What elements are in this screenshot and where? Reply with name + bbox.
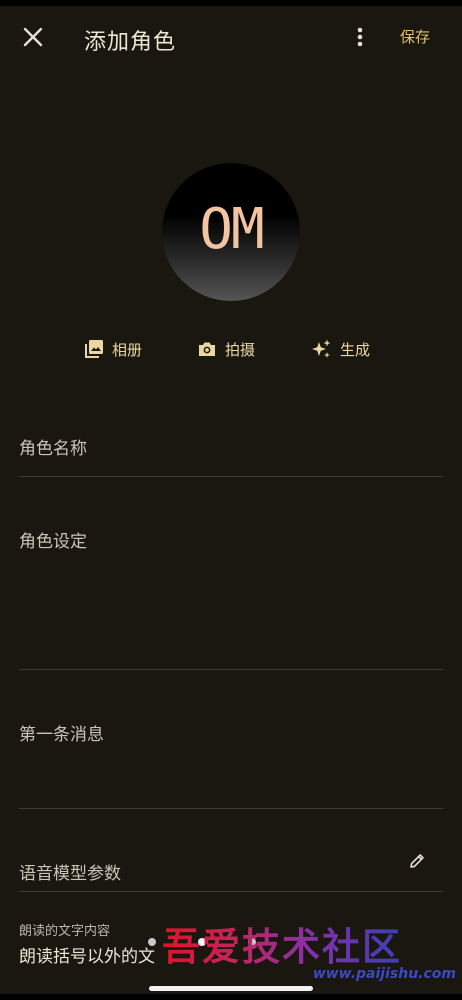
first-message-label: 第一条消息 [19,725,104,745]
role-setting-field[interactable]: 角色设定 [19,513,443,670]
pencil-icon [408,852,426,874]
voice-params-label: 语音模型参数 [19,864,121,884]
top-app-bar: 添加角色 保存 [0,6,462,72]
image-source-actions: 相册 拍摄 生成 [0,334,462,364]
close-icon [23,27,43,51]
watermark-url: www.paijishu.com [312,966,456,982]
camera-label: 拍摄 [225,340,256,359]
watermark-dot [148,938,156,946]
camera-button[interactable]: 拍摄 [197,334,255,364]
role-name-label: 角色名称 [19,439,87,459]
photo-library-icon [84,339,104,359]
save-button[interactable]: 保存 [400,26,430,47]
home-indicator[interactable] [149,986,313,991]
more-vert-icon [357,27,363,51]
camera-icon [197,339,217,359]
generate-button[interactable]: 生成 [310,334,370,364]
first-message-field[interactable]: 第一条消息 [19,706,443,809]
avatar[interactable]: OM [162,163,300,301]
close-button[interactable] [16,22,50,56]
edit-voice-params-button[interactable] [405,851,429,875]
role-name-field[interactable]: 角色名称 [19,420,443,477]
watermark: 吾爱技术社区 www.paijishu.com [160,916,460,988]
watermark-text: 吾爱技术社区 [162,916,402,971]
album-button[interactable]: 相册 [84,334,142,364]
navigation-bar [0,994,462,1000]
role-setting-label: 角色设定 [19,532,87,552]
page-title: 添加角色 [84,30,177,55]
voice-params-field[interactable]: 语音模型参数 [19,845,443,892]
more-options-button[interactable] [346,22,374,56]
avatar-initials: OM [199,197,264,262]
read-text-label: 朗读的文字内容 [19,924,111,939]
generate-label: 生成 [340,340,371,359]
sparkle-icon [310,338,332,360]
album-label: 相册 [112,340,143,359]
read-text-value: 朗读括号以外的文 [19,947,155,967]
